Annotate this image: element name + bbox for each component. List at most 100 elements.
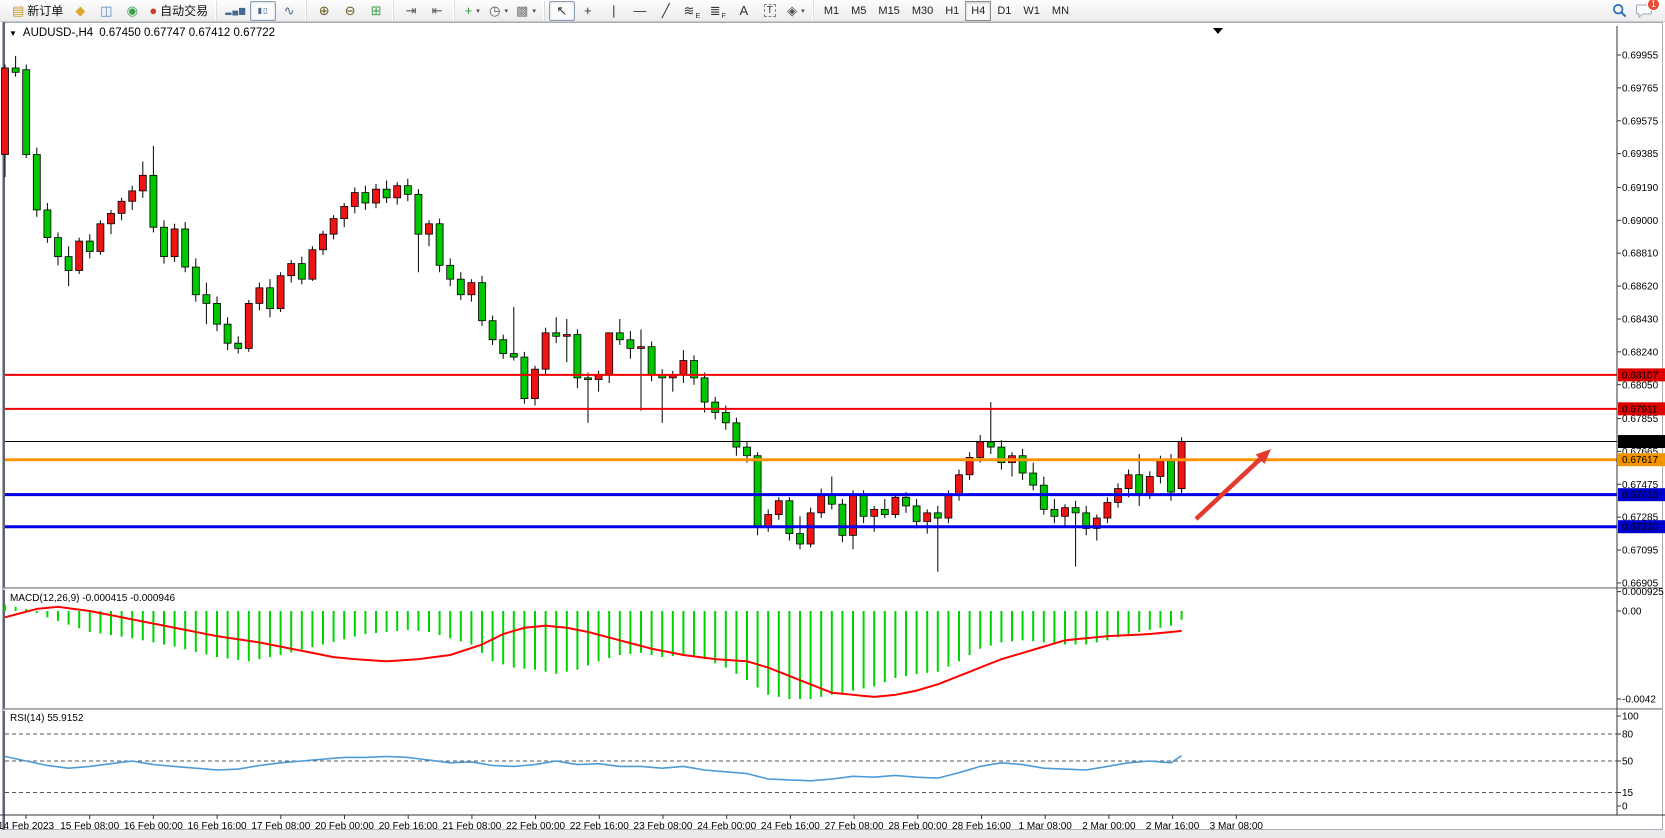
toolbar: ▤新订单◆◫◉●自动交易▂▄▆▮▯∿⊕⊖⊞⇥⇤+▾◷▾▩▾↖+|—╱≋E≣FAT…: [0, 0, 1665, 22]
text-label-icon[interactable]: T: [757, 1, 783, 21]
indicators-button-caret: ▾: [476, 7, 480, 15]
bull-candle: [563, 335, 570, 337]
bull-candle: [1062, 508, 1069, 517]
time-tick-label: 1 Mar 08:00: [1019, 821, 1073, 832]
bear-candle: [1051, 509, 1058, 516]
bar-chart-icon[interactable]: ▂▄▆: [221, 1, 250, 21]
candlestick-chart-icon[interactable]: ▮▯: [250, 1, 276, 21]
new-order-button[interactable]: ▤新订单: [8, 1, 67, 21]
bull-candle: [638, 347, 645, 349]
bull-candle: [1125, 475, 1132, 489]
periods-button[interactable]: ◷▾: [485, 1, 512, 21]
crosshair-icon[interactable]: +: [575, 1, 601, 21]
price-tick-label: 0.67855: [1622, 414, 1659, 425]
bull-candle: [76, 241, 83, 270]
indicators-button[interactable]: +▾: [459, 1, 485, 21]
trendline-icon[interactable]: ╱: [653, 1, 679, 21]
bull-candle: [807, 513, 814, 544]
fibonacci-icon: ≣: [710, 4, 721, 17]
bear-candle: [235, 343, 242, 348]
rsi-tick-label: 100: [1622, 712, 1639, 723]
arrows-button-caret: ▾: [801, 7, 805, 15]
bull-candle: [1104, 502, 1111, 518]
notifications-icon[interactable]: 1: [1636, 3, 1653, 18]
bull-candle: [288, 264, 295, 276]
timeframe-h1[interactable]: H1: [939, 1, 965, 21]
price-badge-label: 0.67617: [1622, 455, 1659, 466]
timeframe-m5[interactable]: M5: [845, 1, 872, 21]
market-watch-icon[interactable]: ◆: [67, 1, 93, 21]
toolbar-group-draw-tools: ↖ +|—╱≋E≣FAT ◈▾: [544, 1, 813, 21]
chart-canvas[interactable]: MACD(12,26,9) -0.000415 -0.000946RSI(14)…: [0, 22, 1665, 838]
bear-candle: [648, 347, 655, 375]
time-tick-label: 24 Feb 16:00: [761, 821, 820, 832]
bull-candle: [775, 501, 782, 515]
fibonacci-icon[interactable]: ≣F: [705, 1, 731, 21]
time-tick-label: 16 Feb 00:00: [124, 821, 183, 832]
tile-windows-icon[interactable]: ⊞: [363, 1, 389, 21]
templates-button-caret: ▾: [532, 7, 536, 15]
timeframe-m30[interactable]: M30: [906, 1, 939, 21]
timeframe-h4[interactable]: H4: [965, 1, 991, 21]
time-tick-label: 28 Feb 00:00: [888, 821, 947, 832]
navigator-icon[interactable]: ◉: [119, 1, 145, 21]
bear-candle: [23, 70, 30, 155]
auto-scroll-icon[interactable]: ⇥: [398, 1, 424, 21]
timeframe-m15[interactable]: M15: [872, 1, 905, 21]
bull-candle: [108, 213, 115, 223]
horizontal-line-icon[interactable]: —: [627, 1, 653, 21]
chart-area[interactable]: MACD(12,26,9) -0.000415 -0.000946RSI(14)…: [0, 22, 1665, 838]
text-icon[interactable]: A: [731, 1, 757, 21]
timeframe-mn[interactable]: MN: [1046, 1, 1075, 21]
equidistant-channel-icon[interactable]: ≋E: [679, 1, 705, 21]
symbol-dropdown-icon[interactable]: ▼: [9, 29, 17, 38]
time-tick-label: 15 Feb 08:00: [60, 821, 119, 832]
templates-button[interactable]: ▩▾: [512, 1, 540, 21]
bull-candle: [924, 513, 931, 522]
chart-symbol-period: AUDUSD-,H4: [23, 27, 93, 39]
zoom-in-icon[interactable]: ⊕: [311, 1, 337, 21]
timeframe-w1[interactable]: W1: [1017, 1, 1046, 21]
price-badge-label: 0.68107: [1622, 370, 1659, 381]
bull-candle: [139, 175, 146, 191]
time-tick-label: 23 Feb 08:00: [634, 821, 693, 832]
bull-candle: [1157, 461, 1164, 477]
line-chart-icon[interactable]: ∿: [276, 1, 302, 21]
bear-candle: [712, 402, 719, 412]
bull-candle: [245, 303, 252, 348]
bear-candle: [574, 335, 581, 378]
search-icon[interactable]: [1612, 3, 1628, 19]
bear-candle: [860, 496, 867, 517]
timeframe-d1[interactable]: D1: [991, 1, 1017, 21]
cursor-icon: ↖: [556, 4, 567, 17]
new-order-button-label: 新订单: [27, 2, 63, 19]
bar-chart-icon: ▂▄▆: [225, 7, 246, 15]
data-window-icon[interactable]: ◫: [93, 1, 119, 21]
bear-candle: [436, 224, 443, 266]
zoom-out-icon[interactable]: ⊖: [337, 1, 363, 21]
text-label-icon: T: [764, 4, 776, 17]
bear-candle: [150, 175, 157, 227]
navigator-icon: ◉: [127, 4, 138, 17]
chart-shift-icon[interactable]: ⇤: [424, 1, 450, 21]
price-tick-label: 0.68430: [1622, 314, 1659, 325]
bear-candle: [553, 333, 560, 336]
arrows-button[interactable]: ◈▾: [783, 1, 809, 21]
templates-button: ▩: [516, 4, 528, 17]
timeframe-m1[interactable]: M1: [818, 1, 845, 21]
autotrade-button[interactable]: ●自动交易: [145, 1, 212, 21]
bear-candle: [616, 333, 623, 340]
bull-candle: [351, 193, 358, 207]
cursor-icon[interactable]: ↖: [549, 1, 575, 21]
price-tick-label: 0.68810: [1622, 249, 1659, 260]
price-tick-label: 0.69575: [1622, 116, 1659, 127]
bull-candle: [394, 186, 401, 198]
bear-candle: [1168, 461, 1175, 492]
toolbar-group-chart-types: ▂▄▆ ▮▯∿: [216, 1, 306, 21]
bear-candle: [12, 68, 19, 72]
bear-candle: [987, 442, 994, 447]
rsi-tick-label: 50: [1622, 757, 1634, 768]
price-badge-label: 0.67415: [1622, 490, 1659, 501]
bear-candle: [383, 189, 390, 198]
vertical-line-icon[interactable]: |: [601, 1, 627, 21]
